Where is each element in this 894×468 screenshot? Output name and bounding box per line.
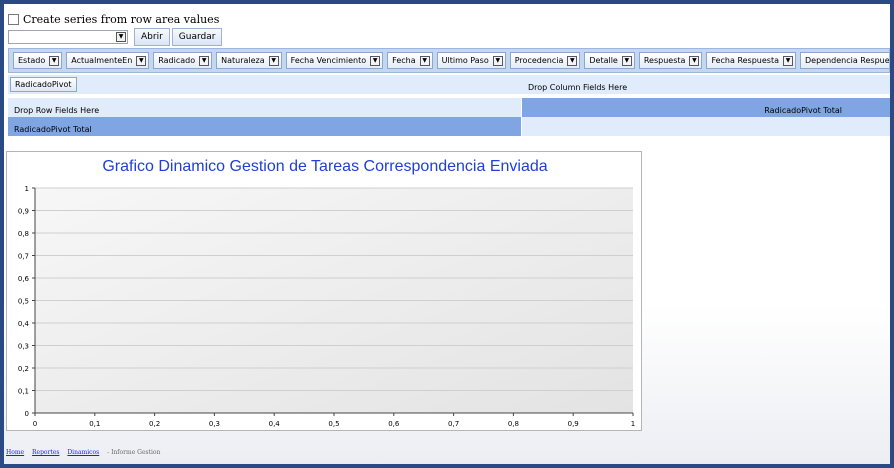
pivot-row-total-cell: RadicadoPivot Total <box>8 117 521 136</box>
chevron-down-icon[interactable]: ▼ <box>621 55 632 66</box>
y-tick-label: 0,6 <box>18 275 30 283</box>
dynamic-chart: Grafico Dinamico Gestion de Tareas Corre… <box>6 151 642 431</box>
filter-field-label: Fecha <box>392 56 416 65</box>
y-tick-label: 0,8 <box>18 230 29 238</box>
series-option: Create series from row area values <box>8 13 219 26</box>
y-tick-label: 0 <box>25 410 29 418</box>
chart-plot: 0 0,1 0,2 0,3 0,4 0,5 0,6 0,7 0,8 0,9 1 0 0,1 0,2 0,3 0… <box>18 185 635 428</box>
breadcrumb-dinamicos-link[interactable]: Dinamicos <box>67 449 99 456</box>
chevron-down-icon[interactable]: ▼ <box>268 55 279 66</box>
pivot-grid: RadicadoPivot Drop Column Fields Here Dr… <box>8 75 890 139</box>
x-tick-label: 0,4 <box>269 420 281 428</box>
filter-field-button[interactable]: Fecha ▼ <box>387 52 433 69</box>
filter-field-label: Detalle <box>589 56 618 65</box>
pivot-grand-total-cell <box>522 117 890 136</box>
filter-field-button[interactable]: Dependencia Respuesta▼ <box>800 52 890 69</box>
chevron-down-icon[interactable]: ▼ <box>370 55 381 66</box>
filter-fields-bar: Estado ▼ ActualmenteEn ▼ Radicado ▼ Naturaleza… <box>8 48 890 73</box>
filter-field-label: Respuesta <box>643 56 686 65</box>
open-button[interactable]: Abrir <box>134 28 170 46</box>
chevron-down-icon[interactable]: ▼ <box>689 55 700 66</box>
filter-field-button[interactable]: Respuesta ▼ <box>638 52 703 69</box>
filter-field-button[interactable]: Procedencia ▼ <box>509 52 581 69</box>
pivot-row-drop-area[interactable]: Drop Row Fields Here <box>8 98 521 117</box>
pivot-column-drop-area[interactable]: Drop Column Fields Here <box>522 75 890 94</box>
filter-field-button[interactable]: Naturaleza ▼ <box>216 52 282 69</box>
filter-field-label: Fecha Respuesta <box>711 56 780 65</box>
filter-field-label: Radicado <box>158 56 196 65</box>
chevron-down-icon[interactable]: ▼ <box>49 55 60 66</box>
pivot-row-3: RadicadoPivot Total <box>8 117 890 136</box>
breadcrumb-reportes-link[interactable]: Reportes <box>32 449 59 456</box>
chevron-down-icon[interactable]: ▼ <box>567 55 578 66</box>
y-tick-label: 0,5 <box>18 298 29 306</box>
series-checkbox-label: Create series from row area values <box>23 13 220 26</box>
chevron-down-icon[interactable]: ▼ <box>492 55 503 66</box>
x-tick-label: 0,7 <box>448 420 459 428</box>
pivot-column-total-cell: RadicadoPivot Total <box>522 98 890 117</box>
main-frame: Create series from row area values ▼ Abr… <box>4 4 890 464</box>
breadcrumb-home-link[interactable]: Home <box>6 449 24 456</box>
drop-column-label: Drop Column Fields Here <box>528 83 628 92</box>
y-tick-label: 0,4 <box>18 320 30 328</box>
filter-field-label: Ultimo Paso <box>441 56 489 65</box>
column-total-label: RadicadoPivot Total <box>764 106 842 115</box>
filter-field-label: Estado <box>18 56 46 65</box>
y-tick-label: 0,7 <box>18 253 29 261</box>
x-tick-label: 0,3 <box>209 420 220 428</box>
filter-field-label: ActualmenteEn <box>71 56 133 65</box>
pivot-data-field-button[interactable]: RadicadoPivot <box>10 77 77 92</box>
filter-field-button[interactable]: Radicado ▼ <box>153 52 213 69</box>
x-tick-label: 0,6 <box>388 420 400 428</box>
filter-field-label: Dependencia Respuesta <box>805 56 890 65</box>
filter-field-button[interactable]: ActualmenteEn ▼ <box>66 52 150 69</box>
layout-toolbar: ▼ Abrir Guardar <box>8 28 223 46</box>
breadcrumb-current: - Informe Gestion <box>107 449 161 456</box>
filter-field-button[interactable]: Detalle ▼ <box>584 52 635 69</box>
filter-field-button[interactable]: Ultimo Paso ▼ <box>436 52 506 69</box>
filter-field-button[interactable]: Estado ▼ <box>13 52 63 69</box>
x-tick-label: 0 <box>33 420 37 428</box>
y-tick-label: 0,1 <box>18 388 29 396</box>
chevron-down-icon[interactable]: ▼ <box>116 32 126 42</box>
pivot-row-2: Drop Row Fields Here RadicadoPivot Total <box>8 98 890 117</box>
filter-field-button[interactable]: Fecha Respuesta ▼ <box>706 52 797 69</box>
x-tick-label: 0,8 <box>508 420 519 428</box>
filter-field-label: Naturaleza <box>221 56 265 65</box>
y-tick-label: 0,3 <box>18 343 29 351</box>
x-tick-label: 0,1 <box>89 420 100 428</box>
y-tick-label: 0,9 <box>18 208 29 216</box>
chevron-down-icon[interactable]: ▼ <box>783 55 794 66</box>
pivot-header-row: RadicadoPivot Drop Column Fields Here <box>8 75 890 94</box>
save-button[interactable]: Guardar <box>171 28 223 46</box>
x-tick-label: 0,9 <box>568 420 579 428</box>
chevron-down-icon[interactable]: ▼ <box>199 55 210 66</box>
x-tick-label: 0,5 <box>328 420 339 428</box>
chevron-down-icon[interactable]: ▼ <box>419 55 430 66</box>
y-tick-label: 0,2 <box>18 365 29 373</box>
series-checkbox[interactable] <box>8 14 19 25</box>
filter-field-label: Fecha Vencimiento <box>290 56 367 65</box>
row-total-label: RadicadoPivot Total <box>14 125 92 134</box>
y-tick-label: 1 <box>25 185 29 193</box>
filter-field-label: Procedencia <box>514 56 564 65</box>
drop-row-label: Drop Row Fields Here <box>14 106 100 115</box>
x-tick-label: 1 <box>631 420 635 428</box>
filter-field-button[interactable]: Fecha Vencimiento ▼ <box>285 52 384 69</box>
chevron-down-icon[interactable]: ▼ <box>136 55 147 66</box>
layout-select[interactable]: ▼ <box>8 30 128 44</box>
breadcrumb: Home Reportes Dinamicos - Informe Gestio… <box>6 449 160 456</box>
pivot-data-area: RadicadoPivot <box>8 75 521 94</box>
x-tick-label: 0,2 <box>149 420 160 428</box>
